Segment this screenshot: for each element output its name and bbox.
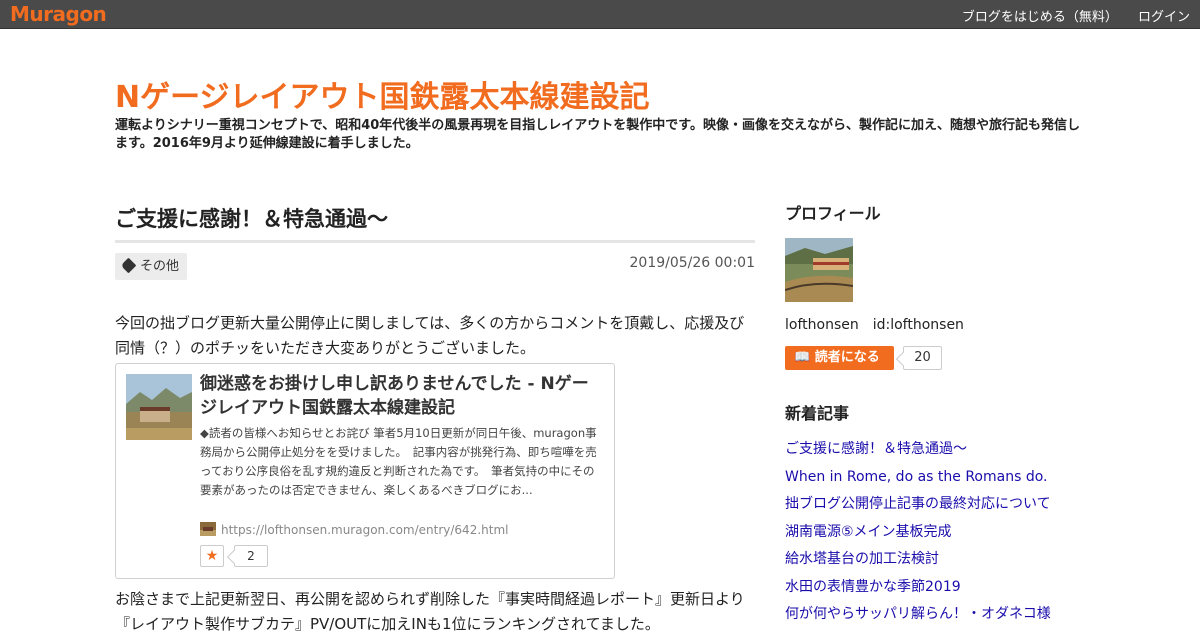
recent-list: ご支援に感謝！＆特急通過～ When in Rome, do as the Ro… bbox=[785, 436, 1085, 629]
category-tag[interactable]: その他 bbox=[115, 253, 188, 280]
card-url[interactable]: https://lofthonsen.muragon.com/entry/642… bbox=[200, 522, 508, 537]
tag-icon bbox=[120, 257, 137, 274]
muragon-logo[interactable]: Muragon bbox=[10, 2, 107, 26]
book-icon: 📖 bbox=[794, 350, 811, 365]
site-favicon-icon bbox=[200, 522, 216, 536]
post-date: 2019/05/26 00:01 bbox=[629, 255, 756, 271]
blog-description: 運転よりシナリー重視コンセプトで、昭和40年代後半の風景再現を目指しレイアウトを… bbox=[115, 118, 1081, 151]
sidebar: プロフィール lofthonsen id:lofthonsen 📖 読者になる … bbox=[785, 200, 1085, 629]
recent-item[interactable]: When in Rome, do as the Romans do. bbox=[785, 464, 1085, 492]
login-link[interactable]: ログイン bbox=[1138, 10, 1190, 25]
card-thumbnail[interactable] bbox=[126, 374, 192, 440]
top-bar: Muragon ブログをはじめる（無料） ログイン bbox=[0, 0, 1200, 29]
avatar[interactable] bbox=[785, 238, 853, 302]
card-title[interactable]: 御迷惑をお掛けし申し訳ありませんでした - Nゲージレイアウト国鉄露太本線建設記 bbox=[200, 372, 600, 420]
recent-item[interactable]: 水田の表情豊かな季節2019 bbox=[785, 574, 1085, 602]
recent-item[interactable]: 給水塔基台の加工法検討 bbox=[785, 546, 1085, 574]
profile-name[interactable]: lofthonsen id:lofthonsen bbox=[785, 314, 1085, 334]
article-paragraph: 今回の拙ブログ更新大量公開停止に関しましては、多くの方からコメントを頂戴し、応援… bbox=[115, 314, 745, 357]
recent-item[interactable]: ご支援に感謝！＆特急通過～ bbox=[785, 436, 1085, 464]
recent-item[interactable]: 拙ブログ公開停止記事の最終対応について bbox=[785, 491, 1085, 519]
card-url-text: https://lofthonsen.muragon.com/entry/642… bbox=[221, 523, 509, 537]
subscribe-button[interactable]: 📖 読者になる bbox=[785, 346, 894, 370]
category-label: その他 bbox=[140, 259, 180, 274]
star-count: 2 bbox=[234, 545, 268, 567]
profile-heading: プロフィール bbox=[785, 204, 881, 223]
subscribe-label: 読者になる bbox=[814, 350, 880, 365]
card-excerpt: ◆読者の皆様へお知らせとお詫び 筆者5月10日更新が同日午後、muragon事務… bbox=[200, 426, 597, 497]
article-meta: その他 2019/05/26 00:01 bbox=[115, 243, 755, 291]
start-blog-link[interactable]: ブログをはじめる（無料） bbox=[962, 10, 1118, 25]
star-icon: ★ bbox=[205, 548, 219, 564]
blog-title[interactable]: Nゲージレイアウト国鉄露太本線建設記 bbox=[115, 72, 650, 116]
embed-card[interactable]: 御迷惑をお掛けし申し訳ありませんでした - Nゲージレイアウト国鉄露太本線建設記… bbox=[115, 363, 615, 579]
reader-count: 20 bbox=[903, 346, 942, 370]
main-content: ご支援に感謝！＆特急通過～ その他 2019/05/26 00:01 今回の拙ブ… bbox=[115, 200, 755, 637]
top-nav: ブログをはじめる（無料） ログイン bbox=[946, 6, 1190, 25]
article-title[interactable]: ご支援に感謝！＆特急通過～ bbox=[115, 200, 755, 243]
star-button[interactable]: ★ bbox=[200, 545, 224, 567]
recent-item[interactable]: 何が何やらサッパリ解らん！・オダネコ様 bbox=[785, 601, 1085, 629]
recent-heading: 新着記事 bbox=[785, 404, 850, 423]
recent-item[interactable]: 湖南電源⑤メイン基板完成 bbox=[785, 519, 1085, 547]
reader-row: 📖 読者になる 20 bbox=[785, 346, 1085, 370]
